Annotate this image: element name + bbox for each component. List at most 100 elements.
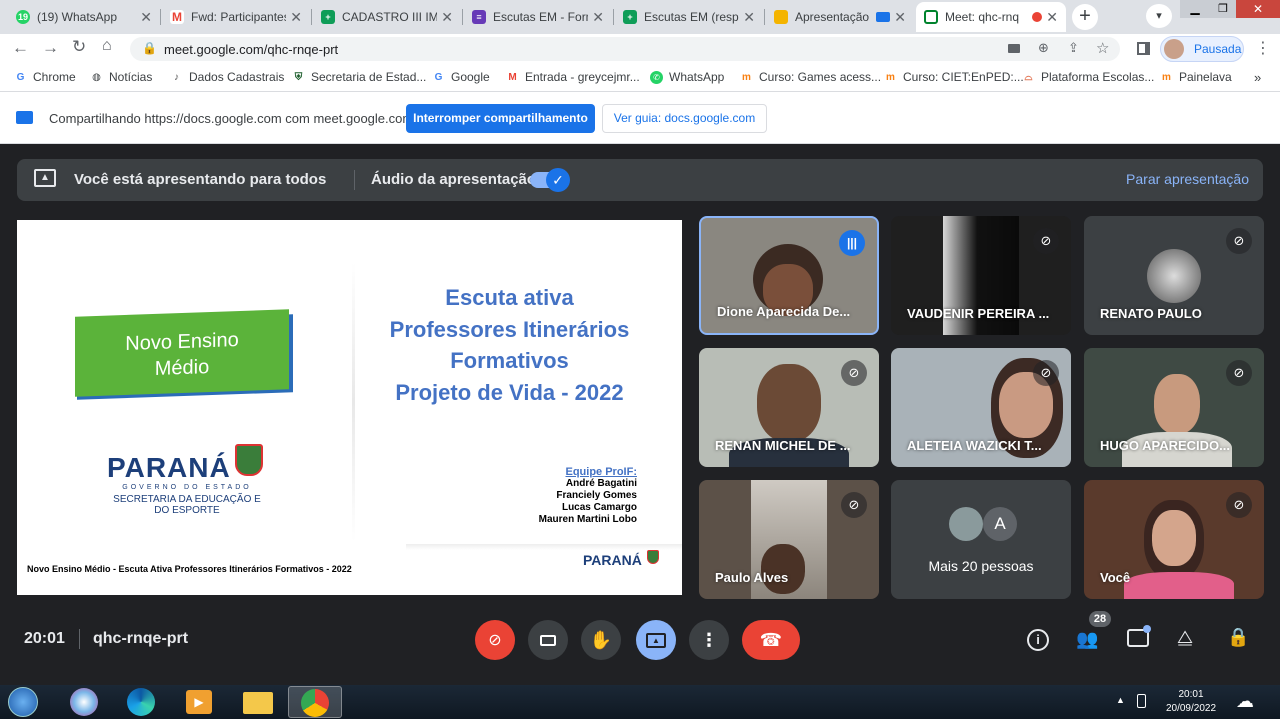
bookmark-item[interactable]: ⌓ Plataforma Escolas... (1022, 70, 1155, 84)
globe-icon: ◍ (92, 71, 101, 83)
participant-tile[interactable]: ||| Dione Aparecida De... (699, 216, 879, 335)
people-icon[interactable]: 👥 (1076, 629, 1098, 650)
bookmark-item[interactable]: M Entrada - greycejmr... (506, 70, 639, 84)
meeting-info-icon[interactable]: i (1027, 629, 1049, 651)
tab-search-chevron-icon[interactable]: ▾ (1146, 4, 1172, 28)
google-icon: G (16, 71, 25, 83)
close-icon[interactable]: ✕ (592, 9, 604, 26)
tray-expand-chevron-icon[interactable]: ▲ (1116, 695, 1125, 705)
stop-sharing-button[interactable]: Interromper compartilhamento (406, 104, 595, 133)
bookmarks-bar: G Chrome ◍ Notícias ♪ Dados Cadastrais ⛨ Sec… (0, 64, 1280, 92)
present-button[interactable]: ▲ (636, 620, 676, 660)
tab-escutas-respostas[interactable]: + Escutas EM (respo ✕ (615, 2, 763, 32)
bookmark-item[interactable]: m Curso: Games acess... (740, 70, 881, 84)
tab-escutas-form[interactable]: ≡ Escutas EM - Form ✕ (464, 2, 612, 32)
close-icon[interactable]: ✕ (441, 9, 453, 26)
participant-tile[interactable]: ⊘ HUGO APARECIDO... (1084, 348, 1264, 467)
start-button[interactable] (8, 687, 38, 717)
bookmark-item[interactable]: m Painelava (1160, 70, 1232, 84)
home-icon[interactable]: ⌂ (102, 37, 112, 55)
participant-tile[interactable]: ⊘ Paulo Alves (699, 480, 879, 599)
close-icon[interactable]: ✕ (894, 9, 906, 26)
participant-tile[interactable]: ⊘ VAUDENIR PEREIRA ... (891, 216, 1071, 335)
window-close-button[interactable]: ✕ (1236, 0, 1280, 18)
profile-button[interactable]: Pausada (1160, 36, 1244, 62)
side-panel-icon[interactable] (1137, 42, 1150, 55)
mute-mic-button[interactable]: ⊘ (475, 620, 515, 660)
sheets-icon: + (623, 10, 637, 24)
switch-guide-button[interactable]: Ver guia: docs.google.com (602, 104, 767, 133)
stop-presenting-link[interactable]: Parar apresentação (1126, 171, 1249, 187)
activities-icon[interactable]: ⧋ (1177, 627, 1193, 648)
more-options-button[interactable]: ⋮ (689, 620, 729, 660)
back-arrow-icon[interactable]: ← (12, 38, 29, 58)
presenting-text: Você está apresentando para todos (74, 171, 327, 188)
bookmark-item[interactable]: ⛨ Secretaria de Estad... (292, 70, 427, 84)
bookmark-label: Chrome (33, 70, 76, 84)
video-body (1124, 572, 1234, 599)
maximize-button[interactable]: ❐ (1210, 0, 1236, 18)
bookmark-item[interactable]: G Google (432, 70, 490, 84)
participant-tile[interactable]: ⊘ ALETEIA WAZICKI T... (891, 348, 1071, 467)
raise-hand-button[interactable]: ✋ (581, 620, 621, 660)
tab-apresentacao[interactable]: Apresentação ✕ (766, 2, 914, 32)
camera-icon[interactable] (1008, 44, 1020, 53)
reload-icon[interactable]: ↻ (72, 37, 86, 57)
sharing-icon (16, 111, 33, 124)
tab-whatsapp[interactable]: 19 (19) WhatsApp ✕ (8, 2, 160, 32)
browser-tab-strip: 19 (19) WhatsApp ✕ M Fwd: Participantes … (0, 0, 1280, 34)
leave-call-button[interactable]: ☎ (742, 620, 800, 660)
camera-icon (540, 634, 556, 646)
new-tab-button[interactable]: + (1072, 4, 1098, 30)
tab-gmail[interactable]: M Fwd: Participantes ✕ (162, 2, 310, 32)
battery-icon[interactable] (1137, 694, 1146, 708)
taskbar-clock[interactable]: 20:01 20/09/2022 (1156, 688, 1226, 716)
self-tile[interactable]: ⊘ Você (1084, 480, 1264, 599)
close-icon[interactable]: ✕ (743, 9, 755, 26)
tab-cadastro[interactable]: + CADASTRO III IME ✕ (313, 2, 461, 32)
address-bar[interactable]: 🔒 meet.google.com/qhc-rnqe-prt ⊕ ⇪ ☆ (130, 37, 1120, 61)
host-controls-lock-icon[interactable]: 🔒 (1227, 627, 1249, 648)
chrome-taskbar-button[interactable] (288, 686, 342, 718)
weather-cloud-icon[interactable]: ☁ (1236, 691, 1254, 712)
audio-toggle[interactable]: ✓ (530, 168, 570, 192)
team-label: Equipe ProIF: (565, 466, 638, 478)
bookmark-star-icon[interactable]: ☆ (1096, 39, 1109, 57)
tab-meet[interactable]: Meet: qhc-rnq ✕ (916, 2, 1066, 32)
more-bookmarks-chevron-icon[interactable]: » (1254, 70, 1261, 85)
minimize-button[interactable]: ▁ (1180, 0, 1210, 18)
bookmark-item[interactable]: m Curso: CIET:EnPED:... (884, 70, 1024, 84)
forward-arrow-icon[interactable]: → (42, 38, 59, 58)
folder-icon[interactable] (243, 692, 273, 714)
note-icon: ♪ (174, 71, 179, 83)
tab-label: (19) WhatsApp (37, 10, 118, 24)
url-text: meet.google.com/qhc-rnqe-prt (164, 42, 339, 57)
bookmark-label: WhatsApp (669, 70, 725, 84)
participant-name: RENATO PAULO (1100, 306, 1202, 321)
close-icon[interactable]: ✕ (140, 9, 152, 26)
bookmark-item[interactable]: ♪ Dados Cadastrais (170, 70, 284, 84)
media-player-icon[interactable]: ▶ (186, 690, 212, 714)
participant-tile[interactable]: ⊘ RENATO PAULO (1084, 216, 1264, 335)
browser-toolbar: ← → ↻ ⌂ 🔒 meet.google.com/qhc-rnqe-prt ⊕… (0, 34, 1280, 64)
more-participants-tile[interactable]: A Mais 20 pessoas (891, 480, 1071, 599)
video-face (757, 364, 821, 442)
participant-name: ALETEIA WAZICKI T... (907, 438, 1042, 453)
slide-shadow (406, 544, 682, 550)
bookmark-item[interactable]: ◍ Notícias (90, 70, 152, 84)
menu-kebab-icon[interactable]: ⋮ (1255, 38, 1271, 58)
close-icon[interactable]: ✕ (1046, 9, 1058, 26)
share-icon[interactable]: ⇪ (1068, 40, 1079, 56)
video-face (761, 544, 805, 594)
participant-tile[interactable]: ⊘ RENAN MICHEL DE ... (699, 348, 879, 467)
close-icon[interactable]: ✕ (290, 9, 302, 26)
bookmark-item[interactable]: ✆ WhatsApp (650, 70, 724, 84)
edge-icon[interactable] (127, 688, 155, 716)
app-icon[interactable] (70, 688, 98, 716)
avatar-letter: A (983, 507, 1017, 541)
speaking-indicator-icon: ||| (839, 230, 865, 256)
casting-icon (876, 12, 891, 22)
zoom-icon[interactable]: ⊕ (1038, 40, 1049, 56)
camera-button[interactable] (528, 620, 568, 660)
bookmark-item[interactable]: G Chrome (14, 70, 76, 84)
